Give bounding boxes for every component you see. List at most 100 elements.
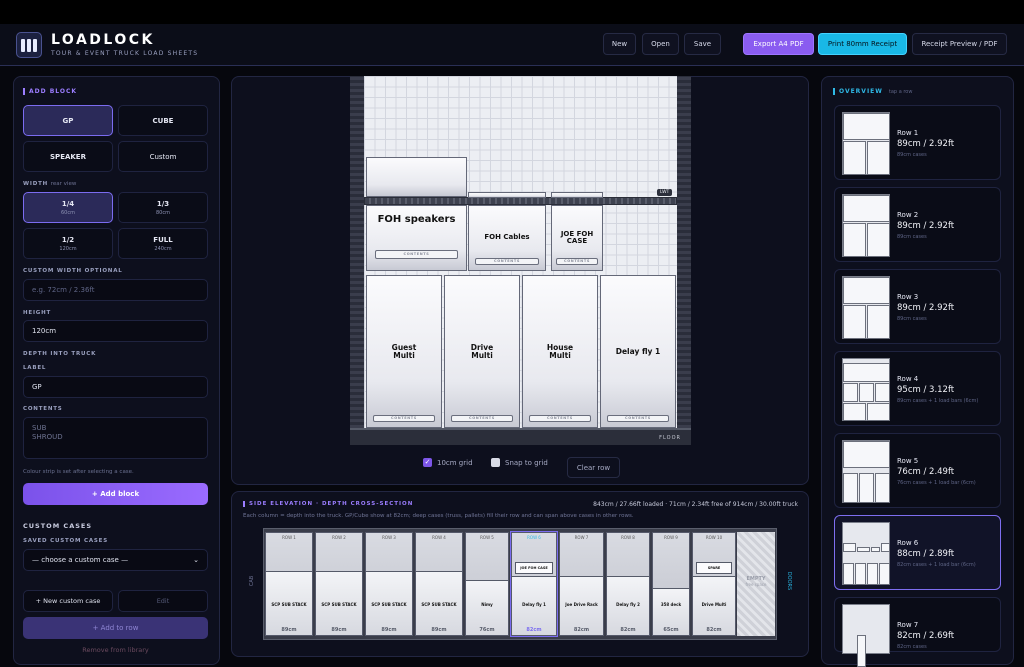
overview-row-6[interactable]: Row 6 88cm / 2.89ft 82cm cases + 1 load ba… bbox=[834, 515, 1001, 590]
open-button[interactable]: Open bbox=[642, 33, 679, 55]
add-to-row-button[interactable]: + Add to row bbox=[23, 617, 208, 639]
side-column-2[interactable]: ROW 2 SCP SUB STACK 89cm bbox=[315, 532, 363, 636]
row-name: Row 1 bbox=[897, 129, 919, 137]
thumbnail-case bbox=[875, 473, 890, 503]
case-joe-foh[interactable]: JOE FOH CASE CONTENTS bbox=[551, 205, 603, 271]
type-custom-option[interactable]: Custom bbox=[118, 141, 208, 172]
overview-row-4[interactable]: Row 4 95cm / 3.12ft 89cm cases + 1 load ba… bbox=[834, 351, 1001, 426]
lwt-badge: LWT bbox=[657, 189, 673, 196]
thumbnail-case bbox=[855, 563, 866, 585]
overview-header: OVERVIEW tap a row bbox=[833, 88, 912, 95]
top-strip bbox=[0, 0, 1024, 24]
side-column-10[interactable]: ROW 10 SPARE Drive Multi 82cm bbox=[692, 532, 736, 636]
height-input[interactable]: 120cm bbox=[23, 320, 208, 342]
row-name: Row 2 bbox=[897, 211, 919, 219]
thumbnail-case bbox=[843, 383, 858, 402]
row-thumbnail bbox=[842, 276, 890, 339]
width-label: WIDTH rear view bbox=[23, 181, 77, 187]
saved-cases-select[interactable]: — choose a custom case — ⌄ bbox=[23, 549, 208, 571]
row-name: Row 6 bbox=[897, 539, 919, 547]
width-quarter-option[interactable]: 1/4 60cm bbox=[23, 192, 113, 223]
side-column-8[interactable]: ROW 8 Delay fly 2 82cm bbox=[606, 532, 650, 636]
width-full-option[interactable]: FULL 240cm bbox=[118, 228, 208, 259]
cab-label: CAB bbox=[249, 575, 256, 587]
side-column-label: Joe Drive Rack bbox=[565, 602, 598, 607]
overview-row-5[interactable]: Row 5 76cm / 2.49ft 76cm cases + 1 load ba… bbox=[834, 433, 1001, 508]
side-column-row-label: ROW 4 bbox=[432, 535, 446, 540]
side-column-depth: 89cm bbox=[281, 627, 297, 633]
case-foh-speakers[interactable]: FOH speakers CONTENTS bbox=[366, 205, 467, 271]
side-column-label: SCP SUB STACK bbox=[421, 602, 457, 607]
app-brand: LOADLOCK bbox=[51, 32, 155, 48]
side-column-row-label: ROW 7 bbox=[574, 535, 589, 540]
case-foh-cables[interactable]: FOH Cables CONTENTS bbox=[468, 205, 546, 271]
side-column-5[interactable]: ROW 5 Nimy 76cm bbox=[465, 532, 509, 636]
receipt-preview-button[interactable]: Receipt Preview / PDF bbox=[912, 33, 1007, 55]
row-name: Row 7 bbox=[897, 621, 919, 629]
case-upper[interactable] bbox=[366, 157, 467, 197]
export-pdf-button[interactable]: Export A4 PDF bbox=[743, 33, 814, 55]
side-column-depth: 65cm bbox=[663, 627, 679, 633]
side-column-7[interactable]: ROW 7 Joe Drive Rack 82cm bbox=[559, 532, 604, 636]
side-column-4[interactable]: ROW 4 SCP SUB STACK 89cm bbox=[415, 532, 463, 636]
case-thin-top-2[interactable] bbox=[551, 192, 603, 198]
side-column-6[interactable]: ROW 6 JOE FOH CASE Delay fly 1 82cm bbox=[510, 531, 558, 637]
app-header: LOADLOCK TOUR & EVENT TRUCK LOAD SHEETS … bbox=[0, 24, 1024, 66]
grid-toggle[interactable]: ✓ 10cm grid bbox=[423, 458, 473, 467]
floor-label: FLOOR bbox=[659, 435, 681, 441]
add-block-button[interactable]: + Add block bbox=[23, 483, 208, 505]
side-column-label: Delay fly 1 bbox=[522, 602, 546, 607]
side-column-row-label: ROW 1 bbox=[282, 535, 296, 540]
side-column-1[interactable]: ROW 1 SCP SUB STACK 89cm bbox=[265, 532, 313, 636]
case-drive-multi[interactable]: Drive Multi CONTENTS bbox=[444, 275, 520, 428]
side-column-row-label: ROW 9 bbox=[664, 535, 678, 540]
width-third-option[interactable]: 1/3 80cm bbox=[118, 192, 208, 223]
row-dims: 95cm / 3.12ft bbox=[897, 385, 955, 395]
custom-cases-title: CUSTOM CASES bbox=[23, 522, 93, 530]
overview-row-7[interactable]: Row 7 82cm / 2.69ft 82cm cases bbox=[834, 597, 1001, 667]
side-column-3[interactable]: ROW 3 SCP SUB STACK 89cm bbox=[365, 532, 413, 636]
print-receipt-button[interactable]: Print 80mm Receipt bbox=[818, 33, 907, 55]
left-wall bbox=[350, 76, 364, 428]
type-speaker-option[interactable]: SPEAKER bbox=[23, 141, 113, 172]
overview-row-2[interactable]: Row 2 89cm / 2.92ft 89cm cases bbox=[834, 187, 1001, 262]
thumbnail-case bbox=[867, 223, 890, 257]
side-column-9[interactable]: ROW 9 358 deck 65cm bbox=[652, 532, 690, 636]
case-guest-multi[interactable]: Guest Multi CONTENTS bbox=[366, 275, 442, 428]
side-column-row-label: ROW 8 bbox=[621, 535, 635, 540]
label-label: LABEL bbox=[23, 365, 47, 371]
label-input[interactable]: GP bbox=[23, 376, 208, 398]
thumbnail-case bbox=[867, 141, 890, 175]
row-sub: 82cm cases + 1 load bar (6cm) bbox=[897, 562, 976, 568]
thumbnail-case bbox=[843, 113, 890, 140]
row-name: Row 3 bbox=[897, 293, 919, 301]
remove-from-library-button[interactable]: Remove from library bbox=[23, 646, 208, 654]
custom-width-input[interactable]: e.g. 72cm / 2.36ft bbox=[23, 279, 208, 301]
thumbnail-case bbox=[843, 195, 890, 222]
edit-custom-case-button[interactable]: Edit bbox=[118, 590, 208, 612]
type-gp-option[interactable]: GP bbox=[23, 105, 113, 136]
snap-toggle[interactable]: Snap to grid bbox=[491, 458, 548, 467]
case-delay-fly-1[interactable]: Delay fly 1 CONTENTS bbox=[600, 275, 676, 428]
row-dims: 82cm / 2.69ft bbox=[897, 631, 955, 641]
new-custom-case-button[interactable]: + New custom case bbox=[23, 590, 113, 612]
thumbnail-case bbox=[859, 383, 874, 402]
add-block-title: ADD BLOCK bbox=[23, 88, 77, 95]
side-column-row-label: ROW 10 bbox=[705, 535, 723, 540]
type-cube-option[interactable]: CUBE bbox=[118, 105, 208, 136]
thumbnail-case bbox=[881, 543, 890, 552]
save-button[interactable]: Save bbox=[684, 33, 721, 55]
overview-row-3[interactable]: Row 3 89cm / 2.92ft 89cm cases bbox=[834, 269, 1001, 344]
case-house-multi[interactable]: House Multi CONTENTS bbox=[522, 275, 598, 428]
row-thumbnail bbox=[842, 522, 890, 585]
thumbnail-case bbox=[859, 473, 874, 503]
side-column-label: SCP SUB STACK bbox=[271, 602, 307, 607]
clear-row-button[interactable]: Clear row bbox=[567, 457, 620, 478]
thumbnail-case bbox=[843, 277, 890, 304]
row-thumbnail bbox=[842, 112, 890, 175]
width-half-option[interactable]: 1/2 120cm bbox=[23, 228, 113, 259]
overview-row-1[interactable]: Row 1 89cm / 2.92ft 89cm cases bbox=[834, 105, 1001, 180]
new-button[interactable]: New bbox=[603, 33, 636, 55]
contents-textarea[interactable]: SUB SHROUD bbox=[23, 417, 208, 459]
case-thin-top[interactable] bbox=[468, 192, 546, 198]
